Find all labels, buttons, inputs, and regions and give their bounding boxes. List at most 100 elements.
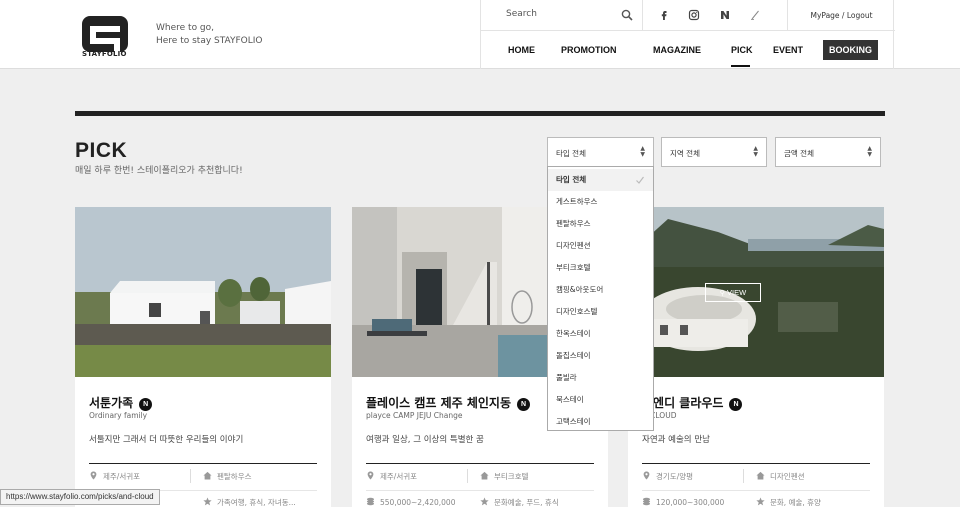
new-badge: N	[729, 398, 743, 411]
page-subtitle: 매일 하루 한번! 스테이폴리오가 추천합니다!	[75, 166, 243, 176]
tagline: Where to go, Here to stay STAYFOLIO	[156, 22, 263, 48]
location-text: 제주/서귀포	[380, 472, 418, 481]
star-icon	[480, 497, 489, 506]
dropdown-option[interactable]: 게스트하우스	[548, 191, 653, 213]
tags-text: 가족여행, 휴식, 자녀동...	[217, 498, 296, 507]
naver-blog-icon[interactable]	[719, 9, 731, 21]
tags-text: 문화예술, 푸드, 휴식	[494, 498, 559, 507]
stay-english-name: playce CAMP JEJU Change	[366, 411, 463, 420]
mypage-logout-link[interactable]: MyPage / Logout	[787, 0, 895, 31]
dropdown-option[interactable]: 돌집스테이	[548, 345, 653, 367]
stay-type: 부티크호텔	[480, 471, 529, 482]
nav-event[interactable]: EVENT	[773, 45, 803, 55]
stay-title[interactable]: 서툰가족 N	[89, 394, 153, 411]
nav-pick[interactable]: PICK	[731, 45, 753, 55]
instagram-icon[interactable]	[688, 9, 700, 21]
stay-type: 펜탈하우스	[203, 471, 252, 482]
pencil-icon[interactable]	[749, 9, 761, 21]
card-divider	[366, 463, 594, 464]
coins-icon	[366, 497, 375, 506]
stay-photo-1[interactable]	[75, 207, 331, 377]
type-filter-select[interactable]: 타입 전체 ▲ ▼	[547, 137, 654, 167]
dropdown-option[interactable]: 디자인호스텔	[548, 301, 653, 323]
booking-button[interactable]: BOOKING	[823, 40, 878, 60]
new-badge: N	[139, 398, 153, 411]
location-text: 경기도/양평	[656, 472, 694, 481]
header-utility-bar: Search MyPage / Logout	[481, 0, 895, 31]
house-icon	[480, 471, 489, 480]
tagline-line-2: Here to stay STAYFOLIO	[156, 36, 263, 46]
stay-tags: 문화, 예술, 휴양	[756, 497, 821, 507]
facebook-icon[interactable]	[658, 9, 670, 21]
view-label: VIEW	[727, 288, 747, 297]
price-text: 550,000~2,420,000	[380, 498, 456, 507]
region-filter-value: 지역 전체	[670, 149, 700, 158]
dropdown-option[interactable]: 부티크호텔	[548, 257, 653, 279]
new-badge: N	[517, 398, 531, 411]
search-icon: ⚲	[719, 290, 725, 297]
stay-location: 경기도/양평	[642, 471, 693, 482]
stay-card-3[interactable]: ⚲ VIEW 이엔디 클라우드 N D CLOUD 자연과 예술의 만남 경기도/…	[628, 207, 884, 507]
meta-separator	[467, 469, 468, 483]
dropdown-option[interactable]: 디자인펜션	[548, 235, 653, 257]
tags-text: 문화, 예술, 휴양	[770, 498, 821, 507]
stay-title-text: 플레이스 캠프 제주 체인지동	[366, 396, 512, 410]
stay-price: 550,000~2,420,000	[366, 497, 455, 507]
stay-price: 120,000~300,000	[642, 497, 724, 507]
house-icon	[203, 471, 212, 480]
stay-title[interactable]: 이엔디 클라우드 N	[642, 394, 743, 411]
tagline-line-1: Where to go,	[156, 23, 215, 33]
type-text: 펜탈하우스	[217, 472, 252, 481]
stay-location: 제주/서귀포	[89, 471, 140, 482]
check-icon	[636, 176, 644, 184]
nav-home[interactable]: HOME	[508, 45, 535, 55]
location-pin-icon	[367, 471, 374, 480]
search-box[interactable]: Search	[481, 0, 643, 31]
location-text: 제주/서귀포	[103, 472, 141, 481]
region-filter-select[interactable]: 지역 전체 ▲ ▼	[661, 137, 767, 167]
search-input[interactable]: Search	[506, 9, 537, 19]
nav-promotion[interactable]: PROMOTION	[561, 45, 617, 55]
house-icon	[756, 471, 765, 480]
card-divider	[642, 463, 870, 464]
main-nav: HOME PROMOTION MAGAZINE PICK EVENT BOOKI…	[481, 31, 895, 69]
price-filter-select[interactable]: 금액 전체 ▲ ▼	[775, 137, 881, 167]
stay-tags: 가족여행, 휴식, 자녀동...	[203, 497, 296, 507]
search-icon[interactable]	[621, 9, 633, 21]
price-filter-value: 금액 전체	[784, 149, 814, 158]
nav-active-indicator	[731, 65, 750, 67]
dropdown-option[interactable]: 북스테이	[548, 389, 653, 411]
stay-tags: 문화예술, 푸드, 휴식	[480, 497, 559, 507]
price-text: 120,000~300,000	[656, 498, 725, 507]
type-filter-value: 타입 전체	[556, 149, 586, 158]
nav-magazine[interactable]: MAGAZINE	[653, 45, 701, 55]
card-divider	[89, 463, 317, 464]
updown-arrow-icon: ▲ ▼	[867, 145, 872, 158]
location-pin-icon	[90, 471, 97, 480]
meta-separator	[743, 469, 744, 483]
stay-title-text: 서툰가족	[89, 396, 134, 410]
stay-title-text: 이엔디 클라우드	[642, 396, 724, 410]
dropdown-option[interactable]: 펜탈하우스	[548, 213, 653, 235]
dropdown-option[interactable]: 고택스테이	[548, 411, 653, 433]
type-text: 디자인펜션	[770, 472, 805, 481]
browser-status-url: https://www.stayfolio.com/picks/and-clou…	[0, 489, 160, 505]
type-text: 부티크호텔	[494, 472, 529, 481]
coins-icon	[642, 497, 651, 506]
meta-divider	[642, 490, 870, 491]
meta-separator	[190, 469, 191, 483]
view-button[interactable]: ⚲ VIEW	[705, 283, 761, 302]
page-title: PICK	[75, 139, 128, 162]
stay-card-1[interactable]: 서툰가족 N Ordinary family 서툴지만 그래서 더 따뜻한 우리들…	[75, 207, 331, 507]
dropdown-option[interactable]: 캠핑&아웃도어	[548, 279, 653, 301]
stay-description: 자연과 예술의 만남	[642, 435, 710, 445]
stay-english-name: Ordinary family	[89, 411, 148, 420]
updown-arrow-icon: ▲ ▼	[753, 145, 758, 158]
stay-description: 여행과 일상, 그 이상의 특별한 꿈	[366, 435, 484, 445]
stay-title[interactable]: 플레이스 캠프 제주 체인지동 N	[366, 394, 531, 411]
location-pin-icon	[643, 471, 650, 480]
dropdown-option[interactable]: 풀빌라	[548, 367, 653, 389]
dropdown-option-all[interactable]: 타입 전체	[548, 169, 653, 191]
site-header: STAYFOLIO Where to go, Here to stay STAY…	[0, 0, 960, 69]
dropdown-option[interactable]: 한옥스테이	[548, 323, 653, 345]
